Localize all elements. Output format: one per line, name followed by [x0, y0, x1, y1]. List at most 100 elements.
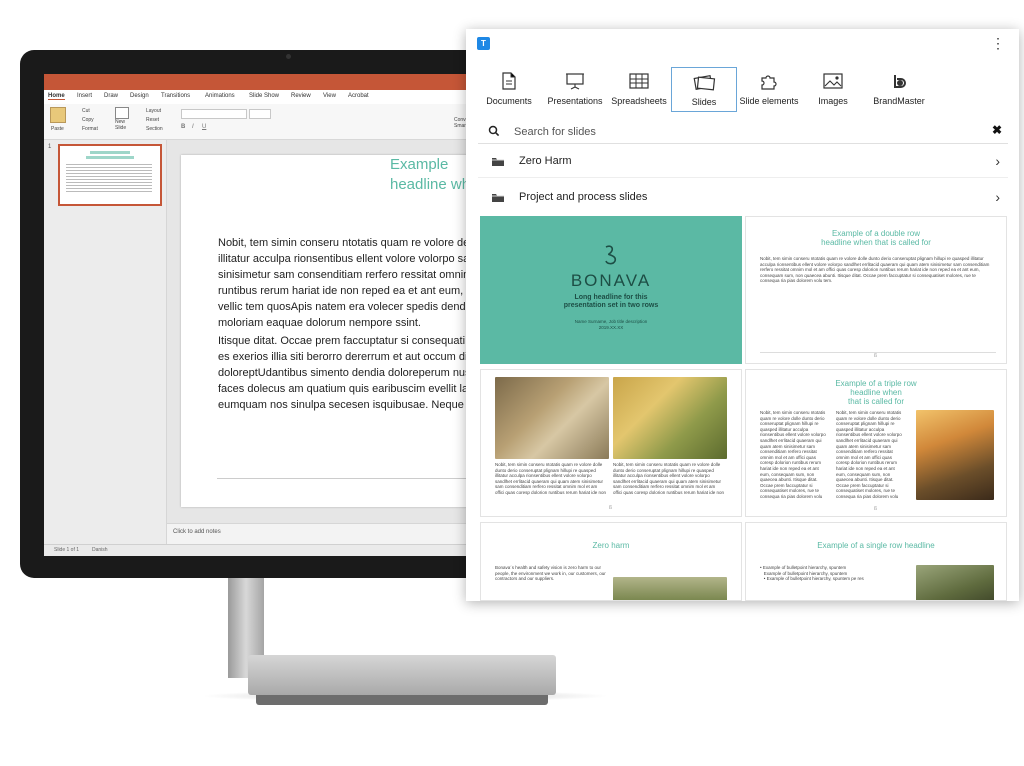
spreadsheet-icon — [629, 73, 649, 89]
card-body-text-right: Nobit, tem simin conseru ntotatis quam r… — [613, 462, 724, 496]
card-body-text-left: Nobit, tem simin conseru ntotatis quam r… — [495, 462, 606, 496]
slide-card-two-photos[interactable]: Nobit, tem simin conseru ntotatis quam r… — [480, 369, 742, 517]
folder-row-project-process[interactable]: Project and process slides › — [478, 183, 1008, 213]
tab-spreadsheets[interactable]: Spreadsheets — [611, 67, 667, 112]
slide-canvas: Example headline wh Nobit, tem simin con… — [167, 140, 484, 544]
cut-button[interactable]: Cut — [82, 108, 90, 114]
search-icon — [488, 125, 500, 137]
photo-field — [613, 577, 727, 600]
ppt-tab-acrobat[interactable]: Acrobat — [348, 93, 369, 99]
image-icon — [823, 73, 843, 89]
ppt-tab-transitions[interactable]: Transitions — [161, 93, 190, 99]
cover-headline: Long headline for this presentation set … — [563, 294, 659, 309]
ppt-tab-slideshow[interactable]: Slide Show — [249, 93, 279, 99]
card-title: Example of a single row headline — [817, 541, 935, 550]
tab-slides-label: Slides — [691, 97, 717, 107]
ppt-tab-insert[interactable]: Insert — [77, 93, 92, 99]
card-bullets: • Example of bulletpoint hierarchy, spun… — [760, 565, 864, 582]
card-title: Example of a double row headline when th… — [821, 229, 931, 247]
presentation-icon — [566, 73, 584, 90]
underline-button[interactable]: U — [202, 124, 206, 130]
notes-pane[interactable]: Click to add notes — [167, 523, 484, 544]
ppt-title-bar — [44, 74, 484, 90]
card-body-text-col2: Nobit, tem simin conseru ntotatis quam r… — [836, 410, 902, 500]
tab-presentations[interactable]: Presentations — [544, 67, 606, 112]
chevron-right-icon: › — [995, 189, 1000, 205]
ppt-tab-review[interactable]: Review — [291, 93, 311, 99]
section-button[interactable]: Section — [146, 126, 163, 132]
card-body-text: Nobit, tem simin conseru ntotatis quam r… — [760, 256, 990, 284]
folder-icon — [492, 194, 504, 202]
slides-icon — [693, 74, 716, 91]
monitor-stand-foot — [256, 695, 548, 705]
photo-children-field — [613, 377, 727, 459]
ppt-tab-design[interactable]: Design — [130, 93, 149, 99]
copy-button[interactable]: Copy — [82, 117, 94, 123]
folder-row-zero-harm[interactable]: Zero Harm › — [478, 147, 1008, 178]
folder-label: Project and process slides — [519, 191, 648, 203]
ppt-tab-view[interactable]: View — [323, 93, 336, 99]
tab-slide-elements[interactable]: Slide elements — [738, 67, 800, 112]
tab-brandmaster-label: BrandMaster — [873, 96, 925, 106]
slide-card-zero-harm[interactable]: Zero harm Bonava´s health and safety vis… — [480, 522, 742, 601]
status-language: Danish — [92, 547, 108, 553]
layout-button[interactable]: Layout — [146, 108, 161, 114]
search-bar: ✖ — [478, 121, 1008, 144]
slide-card-triple-headline[interactable]: Example of a triple row headline when th… — [745, 369, 1007, 517]
reset-button[interactable]: Reset — [146, 117, 159, 123]
brandmaster-icon — [894, 75, 906, 88]
monitor: Home Insert Draw Design Transitions Anim… — [20, 50, 490, 578]
italic-button[interactable]: I — [192, 124, 194, 130]
tab-slides[interactable]: Slides — [671, 67, 737, 112]
chevron-right-icon: › — [995, 153, 1000, 169]
cover-meta: Name Surname, Job title description 2019… — [574, 319, 648, 330]
slide-thumbnail[interactable] — [58, 144, 162, 206]
slide-body-text-2[interactable]: Itisque ditat. Occae prem faccuptatur si… — [218, 333, 484, 413]
app-logo: T — [477, 37, 490, 50]
format-button[interactable]: Format — [82, 126, 98, 132]
photo-child-swing — [495, 377, 609, 459]
webcam — [286, 54, 291, 59]
powerpoint-window: Home Insert Draw Design Transitions Anim… — [44, 74, 484, 556]
new-slide-icon[interactable] — [115, 107, 129, 119]
slide-body-text-1[interactable]: Nobit, tem simin conseru ntotatis quam r… — [218, 235, 484, 331]
footer-logo-icon: ß — [609, 505, 613, 511]
clear-search-icon[interactable]: ✖ — [992, 123, 1002, 137]
font-family-select[interactable] — [181, 109, 247, 119]
slide-grid: BONAVA Long headline for this presentati… — [478, 216, 1008, 601]
slide-editor[interactable]: Example headline wh Nobit, tem simin con… — [181, 155, 484, 507]
brand-name: BONAVA — [570, 271, 652, 290]
tab-slide-elements-label: Slide elements — [739, 96, 799, 106]
slide-thumbnails-pane: 1 — [44, 140, 167, 544]
photo-sunlit-child — [916, 410, 994, 500]
card-footer-line — [760, 352, 996, 353]
ppt-tab-draw[interactable]: Draw — [104, 93, 118, 99]
footer-logo-icon: ß — [874, 353, 878, 359]
tab-images[interactable]: Images — [804, 67, 862, 112]
more-options-icon[interactable]: ⋮ — [991, 36, 1005, 50]
tab-documents[interactable]: Documents — [482, 67, 536, 112]
status-slide-count: Slide 1 of 1 — [54, 547, 80, 553]
ppt-ribbon-tabs: Home Insert Draw Design Transitions Anim… — [44, 90, 484, 104]
tab-brandmaster[interactable]: BrandMaster — [866, 67, 932, 112]
tab-presentations-label: Presentations — [547, 96, 603, 106]
list-buttons[interactable] — [284, 109, 324, 117]
ppt-tab-home[interactable]: Home — [48, 93, 65, 100]
status-bar: Slide 1 of 1 Danish — [44, 544, 484, 556]
search-input[interactable] — [512, 123, 956, 141]
folder-icon — [492, 158, 504, 166]
slide-card-cover[interactable]: BONAVA Long headline for this presentati… — [480, 216, 742, 364]
category-tabs: Documents Presentations Spreadsheets Sli… — [466, 67, 1019, 112]
document-icon — [502, 72, 516, 90]
font-size-select[interactable] — [249, 109, 271, 119]
slide-footer-line — [217, 478, 484, 479]
ppt-tab-animations[interactable]: Animations — [205, 93, 235, 99]
bonava-logo-icon — [605, 245, 617, 265]
paste-icon[interactable] — [50, 107, 66, 123]
photo-person-outdoors — [916, 565, 994, 600]
bold-button[interactable]: B — [181, 124, 185, 130]
slide-card-single-headline[interactable]: Example of a single row headline • Examp… — [745, 522, 1007, 601]
paste-label: Paste — [51, 126, 64, 132]
notes-placeholder: Click to add notes — [173, 529, 221, 535]
slide-card-double-headline[interactable]: Example of a double row headline when th… — [745, 216, 1007, 364]
